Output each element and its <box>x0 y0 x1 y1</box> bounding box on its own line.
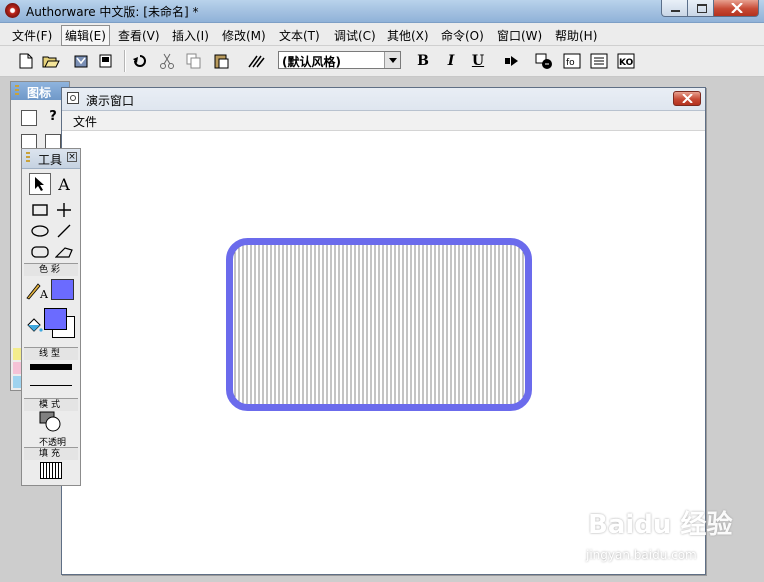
text-style-dropdown[interactable]: (默认风格) <box>278 51 401 69</box>
presentation-window: 演示窗口 文件 <box>61 87 706 575</box>
diagonal-line-tool[interactable] <box>53 220 75 242</box>
underline-button[interactable]: U <box>469 52 487 70</box>
save-all-icon[interactable] <box>97 52 115 70</box>
functions-icon[interactable]: fo <box>563 52 581 70</box>
close-button[interactable] <box>713 0 759 17</box>
knowledge-objects-icon[interactable]: KO <box>617 52 635 70</box>
menu-help[interactable]: 帮助(H) <box>555 27 597 44</box>
minimize-button[interactable] <box>661 0 688 17</box>
chevron-down-icon[interactable] <box>384 52 400 68</box>
display-icon[interactable] <box>21 110 37 126</box>
menu-other[interactable]: 其他(X) <box>387 27 429 44</box>
pointer-icon <box>35 177 44 191</box>
find-icon[interactable] <box>247 52 265 70</box>
close-icon <box>731 3 743 13</box>
line-section-label: 线型 <box>24 347 78 360</box>
main-toolbar: (默认风格) B I U fo KO <box>0 46 764 77</box>
tools-panel-header[interactable]: 工具 × <box>22 149 80 169</box>
watermark-brand: Baidu 经验 <box>588 510 733 540</box>
crosshair-line-tool[interactable] <box>53 199 75 221</box>
foreground-color-swatch[interactable] <box>44 308 67 330</box>
line-color-swatch[interactable] <box>51 279 74 300</box>
menu-edit[interactable]: 编辑(E) <box>61 25 110 46</box>
copy-icon[interactable] <box>185 52 203 70</box>
line-color-tool[interactable]: A <box>25 279 49 301</box>
fill-color-tool[interactable] <box>24 314 44 336</box>
open-file-icon[interactable] <box>42 52 60 70</box>
menu-command[interactable]: 命令(O) <box>441 27 484 44</box>
color-section-label: 色彩 <box>24 263 78 276</box>
undo-icon[interactable] <box>131 52 149 70</box>
tools-panel-title: 工具 <box>38 153 63 167</box>
pointer-tool[interactable] <box>29 173 51 195</box>
mode-section-label: 模式 <box>24 398 78 411</box>
presentation-menubar: 文件 <box>62 111 705 131</box>
paint-bucket-icon <box>27 318 43 332</box>
presentation-titlebar[interactable]: 演示窗口 <box>62 88 705 111</box>
pen-letter: A <box>39 288 49 300</box>
text-style-value: (默认风格) <box>282 55 341 69</box>
italic-button[interactable]: I <box>442 52 460 70</box>
grip-handle[interactable] <box>15 85 19 97</box>
tools-panel: 工具 × A 色彩 A 线型 模式 不透明 填充 <box>21 148 81 486</box>
main-titlebar: Authorware 中文版: [未命名] * <box>0 0 764 23</box>
cut-icon[interactable] <box>158 52 176 70</box>
ko-label: KO <box>619 58 634 68</box>
bold-button[interactable]: B <box>414 52 432 70</box>
polygon-tool[interactable] <box>53 241 75 263</box>
menu-window[interactable]: 窗口(W) <box>497 27 542 44</box>
new-file-icon[interactable] <box>17 52 35 70</box>
menu-view[interactable]: 查看(V) <box>118 27 160 44</box>
run-icon[interactable] <box>503 52 521 70</box>
rounded-rectangle-shape[interactable] <box>226 238 532 411</box>
menu-file[interactable]: 文件(F) <box>12 27 52 44</box>
menu-text[interactable]: 文本(T) <box>279 27 320 44</box>
rounded-rectangle-tool[interactable] <box>29 241 51 263</box>
presentation-window-icon <box>67 92 79 104</box>
variables-icon[interactable] <box>590 52 608 70</box>
rectangle-tool[interactable] <box>29 199 51 221</box>
line-thickness-sample[interactable] <box>30 364 72 370</box>
fill-section-label: 填充 <box>24 447 78 460</box>
ellipse-tool[interactable] <box>29 220 51 242</box>
toolbar-separator <box>124 50 126 72</box>
presentation-close-button[interactable] <box>673 91 701 106</box>
line-thin-sample[interactable] <box>30 385 72 386</box>
mode-opaque-icon[interactable] <box>39 411 63 433</box>
menu-debug[interactable]: 调试(C) <box>334 27 376 44</box>
pencil-icon: A <box>26 283 49 300</box>
decision-icon[interactable]: ? <box>45 110 61 126</box>
text-tool[interactable]: A <box>53 173 75 195</box>
functions-label: fo <box>566 58 575 68</box>
paste-icon[interactable] <box>212 52 230 70</box>
maximize-button[interactable] <box>687 0 714 17</box>
icon-palette-title: 图标 <box>27 86 52 100</box>
authorware-app-icon[interactable] <box>5 3 20 18</box>
watermark-url: jingyan.baidu.com <box>586 548 697 562</box>
presentation-menu-file[interactable]: 文件 <box>73 113 97 130</box>
control-panel-icon[interactable] <box>535 52 553 70</box>
menu-insert[interactable]: 插入(I) <box>172 27 209 44</box>
fill-pattern-swatch[interactable] <box>40 462 62 479</box>
close-icon[interactable]: × <box>67 152 77 162</box>
menu-modify[interactable]: 修改(M) <box>222 27 266 44</box>
grip-handle[interactable] <box>26 152 30 164</box>
presentation-title: 演示窗口 <box>86 94 135 108</box>
menubar: 文件(F) 编辑(E) 查看(V) 插入(I) 修改(M) 文本(T) 调试(C… <box>0 23 764 46</box>
close-icon <box>682 94 693 103</box>
import-icon[interactable] <box>72 52 90 70</box>
window-title: Authorware 中文版: [未命名] * <box>26 5 199 19</box>
